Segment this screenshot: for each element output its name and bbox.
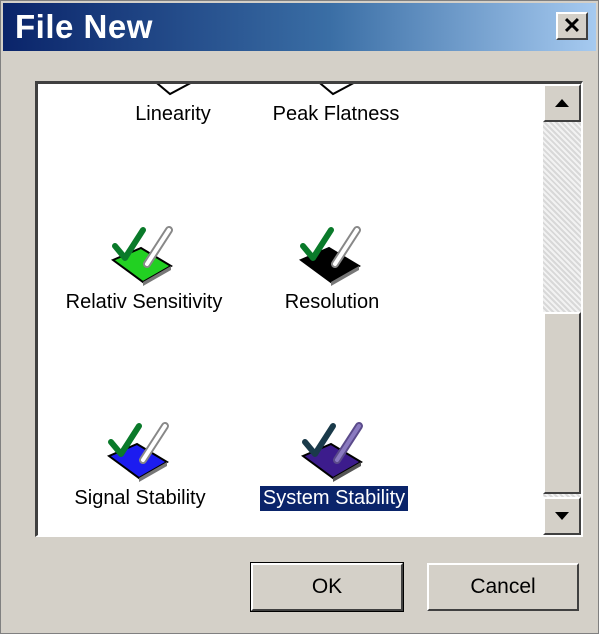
vertical-scrollbar[interactable] xyxy=(543,84,581,535)
list-item[interactable]: Resolution xyxy=(252,224,412,315)
ok-button[interactable]: OK xyxy=(250,562,404,612)
item-label: Signal Stability xyxy=(74,487,206,509)
template-list[interactable]: Linearity Peak Flatness Relativ Sensitiv… xyxy=(35,81,583,537)
scroll-up-button[interactable] xyxy=(543,84,581,122)
list-item-selected[interactable]: System Stability xyxy=(244,420,424,511)
item-label: Relativ Sensitivity xyxy=(65,291,223,313)
scroll-thumb[interactable] xyxy=(543,312,581,494)
close-icon: ✕ xyxy=(562,13,582,38)
scroll-down-button[interactable] xyxy=(543,497,581,535)
template-black-icon xyxy=(298,226,361,286)
list-item[interactable]: Signal Stability xyxy=(60,420,220,511)
list-item[interactable]: Peak Flatness xyxy=(246,84,426,127)
close-button[interactable]: ✕ xyxy=(556,12,588,40)
arrow-down-icon xyxy=(555,512,569,520)
template-green-icon xyxy=(110,226,173,286)
file-new-dialog: File New ✕ Linearity Peak Flatness Relat… xyxy=(0,0,599,634)
template-icon xyxy=(156,84,191,96)
template-blue-icon xyxy=(106,422,169,482)
title-bar[interactable]: File New ✕ xyxy=(3,3,596,51)
arrow-up-icon xyxy=(555,99,569,107)
window-title: File New xyxy=(15,8,153,45)
item-label: Peak Flatness xyxy=(272,103,400,125)
item-label: Linearity xyxy=(135,103,211,125)
item-label: Resolution xyxy=(284,291,380,313)
list-item[interactable]: Linearity xyxy=(98,84,248,127)
cancel-button[interactable]: Cancel xyxy=(427,563,579,611)
template-purple-icon xyxy=(300,422,363,482)
item-label: System Stability xyxy=(259,486,409,511)
list-item[interactable]: Relativ Sensitivity xyxy=(44,224,244,315)
template-icon xyxy=(319,84,354,96)
